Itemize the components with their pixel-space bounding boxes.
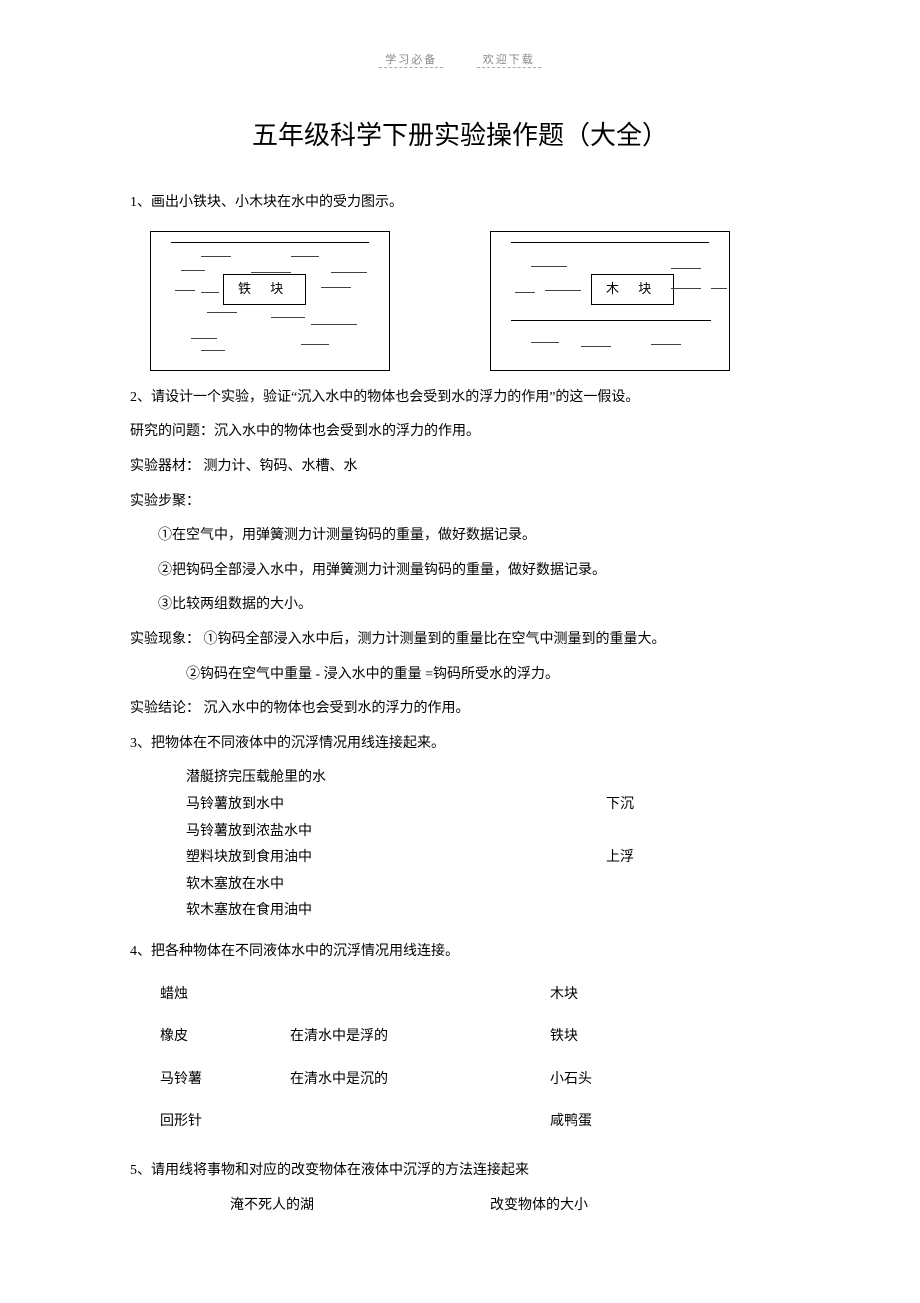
q1-prompt: 1、画出小铁块、小木块在水中的受力图示。 bbox=[130, 190, 790, 217]
q5-left: 淹不死人的湖 bbox=[230, 1193, 490, 1220]
q4-c1-2: 橡皮 bbox=[160, 1024, 290, 1051]
document-page: 学习必备 欢迎下载 五年级科学下册实验操作题（大全） 1、画出小铁块、小木块在水… bbox=[0, 0, 920, 1279]
q2-apparatus-text: 测力计、钩码、水槽、水 bbox=[200, 459, 358, 474]
header-right: 欢迎下载 bbox=[477, 54, 541, 68]
q2-conclusion-text: 沉入水中的物体也会受到水的浮力的作用。 bbox=[200, 701, 470, 716]
q4-c3-1: 木块 bbox=[550, 982, 670, 1009]
diagram-wood: 木 块 bbox=[490, 231, 730, 371]
q2-phenomena-2: ②钩码在空气中重量 - 浸入水中的重量 =钩码所受水的浮力。 bbox=[130, 662, 790, 689]
q4-c3-4: 咸鸭蛋 bbox=[550, 1109, 670, 1136]
q2-step-2: ②把钩码全部浸入水中，用弹簧测力计测量钩码的重量，做好数据记录。 bbox=[130, 558, 790, 585]
q4-grid: 蜡烛 木块 橡皮 在清水中是浮的 铁块 马铃薯 在清水中是沉的 小石头 回形针 … bbox=[130, 974, 790, 1144]
q5-row: 淹不死人的湖 改变物体的大小 bbox=[130, 1193, 790, 1220]
q4-c2-3: 在清水中是沉的 bbox=[290, 1067, 550, 1094]
q2-conclusion-label: 实验结论： bbox=[130, 701, 200, 716]
q4-c2-1 bbox=[290, 982, 550, 1009]
q4-prompt: 4、把各种物体在不同液体水中的沉浮情况用线连接。 bbox=[130, 939, 790, 966]
q3-left-4: 塑料块放到食用油中 bbox=[186, 845, 606, 872]
q2-steps-label: 实验步聚： bbox=[130, 489, 790, 516]
q2-step-1: ①在空气中，用弹簧测力计测量钩码的重量，做好数据记录。 bbox=[130, 523, 790, 550]
q3-prompt: 3、把物体在不同液体中的沉浮情况用线连接起来。 bbox=[130, 731, 790, 758]
q2-phenomena-1: ①钩码全部浸入水中后，测力计测量到的重量比在空气中测量到的重量大。 bbox=[200, 632, 666, 647]
q2-problem-label: 研究的问题： bbox=[130, 424, 214, 439]
diagram-wood-label: 木 块 bbox=[591, 274, 674, 305]
q2-phenomena-label: 实验现象： bbox=[130, 632, 200, 647]
q3-left-2: 马铃薯放到水中 bbox=[186, 792, 606, 819]
header-left: 学习必备 bbox=[379, 54, 443, 68]
q4-c2-4 bbox=[290, 1109, 550, 1136]
q4-c1-3: 马铃薯 bbox=[160, 1067, 290, 1094]
q1-diagrams: 铁 块 木 块 bbox=[130, 225, 790, 381]
q2-apparatus: 实验器材： 测力计、钩码、水槽、水 bbox=[130, 454, 790, 481]
q3-right-1: 下沉 bbox=[606, 792, 634, 819]
diagram-iron: 铁 块 bbox=[150, 231, 390, 371]
q4-c1-4: 回形针 bbox=[160, 1109, 290, 1136]
q4-c1-1: 蜡烛 bbox=[160, 982, 290, 1009]
q2-phenomena: 实验现象： ①钩码全部浸入水中后，测力计测量到的重量比在空气中测量到的重量大。 bbox=[130, 627, 790, 654]
page-title: 五年级科学下册实验操作题（大全） bbox=[130, 111, 790, 160]
q3-right-2: 上浮 bbox=[606, 845, 634, 872]
q3-left-1: 潜艇挤完压载舱里的水 bbox=[186, 765, 606, 792]
q4-c3-2: 铁块 bbox=[550, 1024, 670, 1051]
q5-right: 改变物体的大小 bbox=[490, 1193, 588, 1220]
q4-c2-2: 在清水中是浮的 bbox=[290, 1024, 550, 1051]
q5-prompt: 5、请用线将事物和对应的改变物体在液体中沉浮的方法连接起来 bbox=[130, 1158, 790, 1185]
q3-left-6: 软木塞放在食用油中 bbox=[186, 898, 606, 925]
q2-conclusion: 实验结论： 沉入水中的物体也会受到水的浮力的作用。 bbox=[130, 696, 790, 723]
q3-left-5: 软木塞放在水中 bbox=[186, 872, 606, 899]
q4-c3-3: 小石头 bbox=[550, 1067, 670, 1094]
q3-left-3: 马铃薯放到浓盐水中 bbox=[186, 819, 606, 846]
q2-problem-text: 沉入水中的物体也会受到水的浮力的作用。 bbox=[214, 424, 480, 439]
q2-prompt: 2、请设计一个实验，验证“沉入水中的物体也会受到水的浮力的作用”的这一假设。 bbox=[130, 385, 790, 412]
q2-problem: 研究的问题：沉入水中的物体也会受到水的浮力的作用。 bbox=[130, 419, 790, 446]
q2-step-3: ③比较两组数据的大小。 bbox=[130, 592, 790, 619]
q2-apparatus-label: 实验器材： bbox=[130, 459, 200, 474]
q3-list: 潜艇挤完压载舱里的水 马铃薯放到水中下沉 马铃薯放到浓盐水中 塑料块放到食用油中… bbox=[130, 765, 790, 925]
diagram-iron-label: 铁 块 bbox=[223, 274, 306, 305]
page-header: 学习必备 欢迎下载 bbox=[130, 50, 790, 71]
